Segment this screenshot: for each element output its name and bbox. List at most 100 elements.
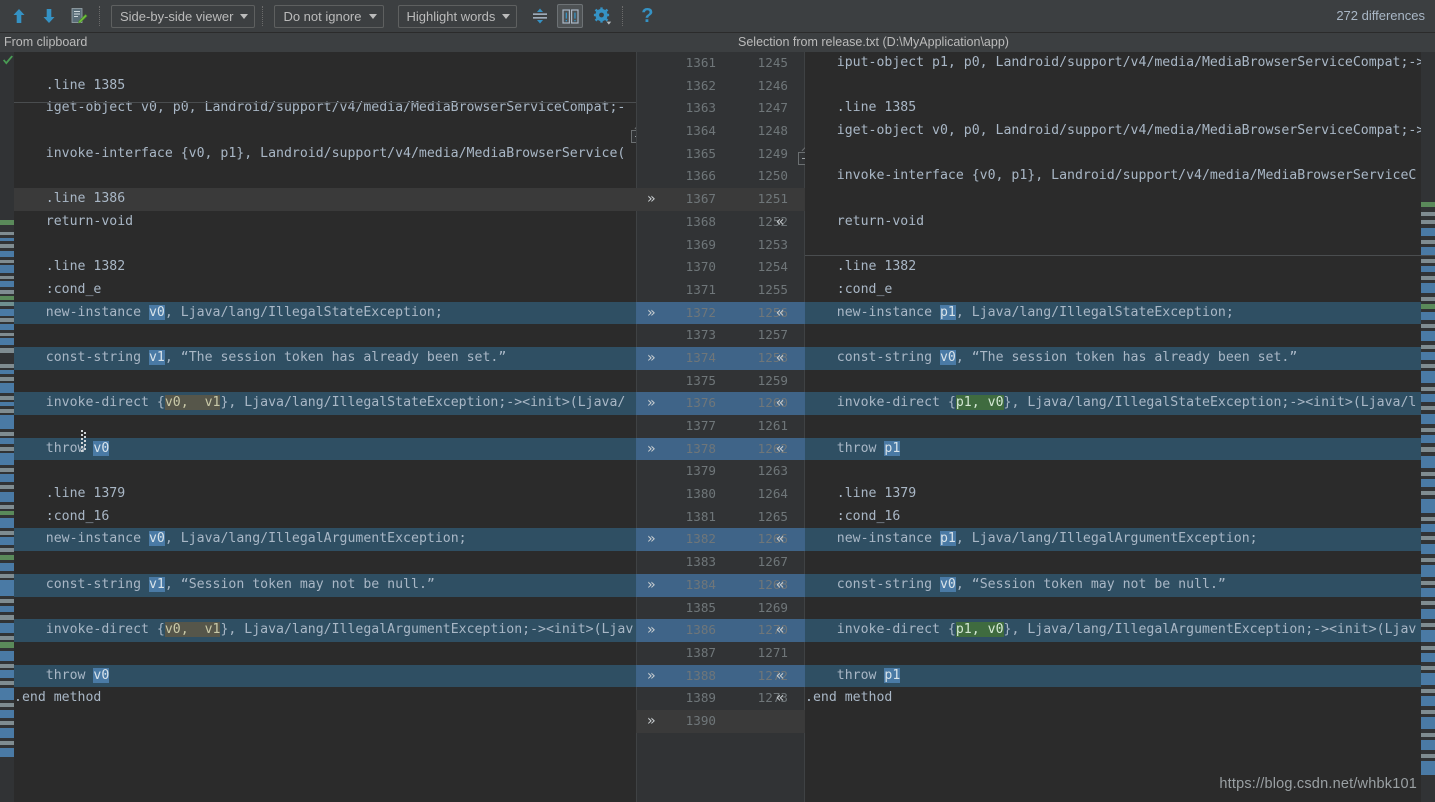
accept-right-arrow-icon[interactable]: » — [647, 347, 655, 370]
stripe-marker[interactable] — [0, 574, 14, 578]
gutter-row[interactable]: 1363 1247 — [636, 97, 805, 120]
code-line[interactable]: throw v0 — [14, 437, 636, 461]
code-line[interactable]: const-string v0, “Session token may not … — [805, 573, 1421, 597]
stripe-marker[interactable] — [1421, 312, 1435, 320]
stripe-marker[interactable] — [0, 599, 14, 603]
stripe-marker[interactable] — [1421, 609, 1435, 619]
code-line[interactable]: invoke-direct {v0, v1}, Ljava/lang/Illeg… — [14, 619, 636, 642]
code-line[interactable]: return-void — [805, 211, 1421, 234]
stripe-marker[interactable] — [0, 364, 14, 368]
code-line[interactable]: .end method — [14, 687, 636, 710]
code-line[interactable]: :cond_e — [14, 279, 636, 302]
gutter-row[interactable]: 1370 1254 — [636, 256, 805, 279]
code-line[interactable]: throw p1 — [805, 664, 1421, 688]
stripe-marker[interactable] — [0, 681, 14, 685]
code-line[interactable] — [805, 370, 1421, 393]
code-line[interactable]: new-instance v0, Ljava/lang/IllegalArgum… — [14, 528, 636, 552]
stripe-marker[interactable] — [0, 318, 14, 322]
code-line[interactable] — [14, 642, 636, 665]
code-line[interactable] — [14, 415, 636, 438]
highlight-mode-dropdown[interactable]: Highlight words — [397, 4, 518, 28]
stripe-marker[interactable] — [0, 432, 14, 436]
stripe-marker[interactable] — [1421, 394, 1435, 402]
stripe-marker[interactable] — [0, 688, 14, 700]
gutter-row[interactable]: 1379 1263 — [636, 460, 805, 483]
stripe-marker[interactable] — [0, 383, 14, 393]
gutter-row[interactable]: 1389 1273 « — [636, 687, 805, 710]
stripe-marker[interactable] — [0, 415, 14, 429]
stripe-marker[interactable] — [1421, 623, 1435, 627]
gutter-row[interactable]: 1369 1253 — [636, 234, 805, 257]
code-line[interactable]: .line 1379 — [805, 483, 1421, 506]
settings-button[interactable] — [589, 3, 615, 29]
stripe-marker[interactable] — [0, 468, 14, 472]
stripe-marker[interactable] — [1421, 266, 1435, 272]
accept-left-arrow-icon[interactable]: « — [776, 302, 784, 325]
accept-left-arrow-icon[interactable]: « — [776, 347, 784, 370]
stripe-marker[interactable] — [1421, 581, 1435, 585]
collapse-unchanged-button[interactable] — [527, 3, 553, 29]
gutter-row[interactable]: 1380 1264 — [636, 483, 805, 506]
code-line[interactable]: :cond_e — [805, 279, 1421, 302]
stripe-marker[interactable] — [1421, 710, 1435, 714]
stripe-marker[interactable] — [1421, 364, 1435, 368]
apply-changes-button[interactable] — [66, 3, 92, 29]
right-code-pane[interactable]: iput-object p1, p0, Landroid/support/v4/… — [805, 52, 1421, 802]
code-line[interactable]: const-string v1, “The session token has … — [14, 346, 636, 370]
accept-right-arrow-icon[interactable]: » — [647, 302, 655, 325]
stripe-marker[interactable] — [0, 548, 14, 552]
stripe-marker[interactable] — [0, 232, 14, 235]
viewer-mode-dropdown[interactable]: Side-by-side viewer — [111, 4, 256, 28]
stripe-marker[interactable] — [1421, 414, 1435, 424]
stripe-marker[interactable] — [0, 505, 14, 509]
code-line[interactable] — [805, 188, 1421, 211]
code-line[interactable] — [805, 642, 1421, 665]
accept-right-arrow-icon[interactable]: » — [647, 392, 655, 415]
gutter-row[interactable]: » 1382 1266 « — [636, 528, 805, 552]
stripe-marker[interactable] — [1421, 524, 1435, 532]
stripe-marker[interactable] — [0, 338, 14, 345]
stripe-marker[interactable] — [0, 296, 14, 300]
stripe-marker[interactable] — [1421, 428, 1435, 432]
accept-left-arrow-icon[interactable]: « — [776, 392, 784, 415]
accept-right-arrow-icon[interactable]: » — [647, 619, 655, 642]
stripe-marker[interactable] — [1421, 435, 1435, 443]
code-line[interactable] — [805, 143, 1421, 166]
stripe-marker[interactable] — [1421, 212, 1435, 216]
stripe-marker[interactable] — [0, 555, 14, 560]
gutter-row[interactable]: » 1378 1262 « — [636, 437, 805, 461]
code-line[interactable] — [14, 120, 636, 143]
stripe-marker[interactable] — [1421, 565, 1435, 577]
accept-left-arrow-icon[interactable]: « — [776, 687, 784, 710]
stripe-marker[interactable] — [0, 265, 14, 273]
gutter-row[interactable]: 1373 1257 — [636, 324, 805, 347]
code-line[interactable]: .line 1386 — [14, 188, 636, 211]
code-line[interactable]: :cond_16 — [14, 506, 636, 529]
code-line[interactable] — [805, 710, 1421, 733]
stripe-marker[interactable] — [1421, 733, 1435, 737]
accept-left-arrow-icon[interactable]: « — [776, 211, 784, 234]
code-line[interactable]: invoke-direct {p1, v0}, Ljava/lang/Illeg… — [805, 392, 1421, 415]
code-line[interactable] — [805, 234, 1421, 257]
code-line[interactable]: iget-object v0, p0, Landroid/support/v4/… — [14, 97, 636, 120]
gutter-row[interactable]: » 1376 1260 « — [636, 392, 805, 415]
code-line[interactable] — [14, 597, 636, 620]
stripe-marker[interactable] — [0, 492, 14, 502]
gutter-row[interactable]: 1368 1252 « — [636, 211, 805, 234]
stripe-marker[interactable] — [1421, 447, 1435, 452]
accept-left-arrow-icon[interactable]: « — [776, 438, 784, 461]
stripe-marker[interactable] — [0, 244, 14, 248]
gutter-row[interactable]: 1383 1267 — [636, 551, 805, 574]
accept-right-arrow-icon[interactable]: » — [647, 188, 655, 211]
code-line[interactable] — [14, 234, 636, 257]
stripe-marker[interactable] — [1421, 673, 1435, 685]
code-line[interactable]: .line 1385 — [805, 97, 1421, 120]
stripe-marker[interactable] — [1421, 406, 1435, 410]
gutter-row[interactable]: 1366 1250 — [636, 165, 805, 188]
code-line[interactable]: invoke-direct {p1, v0}, Ljava/lang/Illeg… — [805, 619, 1421, 642]
next-difference-button[interactable] — [36, 3, 62, 29]
stripe-marker[interactable] — [0, 453, 14, 465]
stripe-marker[interactable] — [1421, 331, 1435, 341]
help-button[interactable]: ? — [634, 3, 660, 29]
stripe-marker[interactable] — [1421, 666, 1435, 670]
